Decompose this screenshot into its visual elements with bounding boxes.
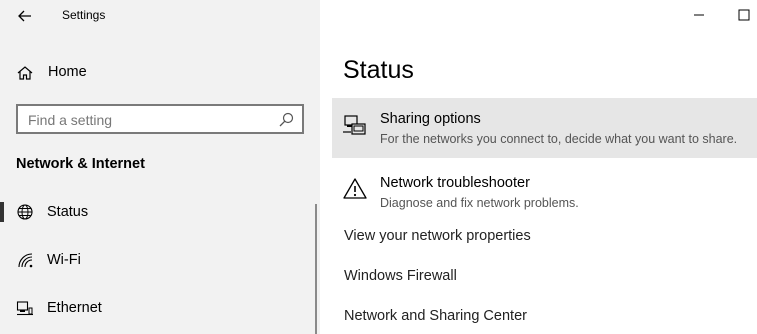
back-button[interactable]: [14, 6, 36, 26]
ethernet-icon: [16, 301, 33, 316]
selected-indicator: [0, 202, 4, 222]
link-windows-firewall[interactable]: Windows Firewall: [344, 268, 457, 284]
search-input[interactable]: Find a setting: [16, 104, 304, 134]
network-troubleshooter-card[interactable]: Network troubleshooter Diagnose and fix …: [332, 162, 757, 222]
window-title: Settings: [62, 8, 106, 22]
nav-home-label: Home: [48, 64, 87, 80]
sidebar-item-label: Ethernet: [47, 300, 102, 316]
search-placeholder: Find a setting: [28, 112, 113, 128]
sidebar-item-wifi[interactable]: Wi-Fi: [0, 242, 320, 278]
sidebar-scrollbar[interactable]: [315, 204, 317, 334]
sharing-options-card[interactable]: Sharing options For the networks you con…: [332, 98, 757, 158]
nav-home[interactable]: Home: [0, 56, 320, 88]
warning-icon: [343, 178, 367, 199]
globe-icon: [17, 204, 33, 220]
maximize-button[interactable]: [737, 8, 751, 22]
sharing-icon: [343, 115, 366, 135]
link-view-network-properties[interactable]: View your network properties: [344, 228, 531, 244]
sidebar-item-label: Wi-Fi: [47, 252, 81, 268]
sidebar-item-status[interactable]: Status: [0, 194, 320, 230]
main-content: Status Sharing options For the networks …: [320, 0, 757, 334]
sidebar-item-ethernet[interactable]: Ethernet: [0, 290, 320, 326]
home-icon: [17, 66, 33, 80]
card-description: Diagnose and fix network problems.: [380, 196, 579, 210]
back-arrow-icon: [18, 10, 31, 22]
sidebar: Settings Home Find a setting Network & I…: [0, 0, 320, 334]
search-icon[interactable]: [278, 112, 294, 128]
section-heading: Network & Internet: [16, 156, 145, 172]
link-network-sharing-center[interactable]: Network and Sharing Center: [344, 308, 527, 324]
card-description: For the networks you connect to, decide …: [380, 132, 738, 146]
minimize-button[interactable]: [692, 8, 706, 22]
card-title: Sharing options: [380, 111, 481, 127]
sidebar-item-label: Status: [47, 204, 89, 220]
wifi-icon: [18, 253, 33, 268]
card-title: Network troubleshooter: [380, 175, 530, 191]
page-title: Status: [343, 56, 414, 84]
